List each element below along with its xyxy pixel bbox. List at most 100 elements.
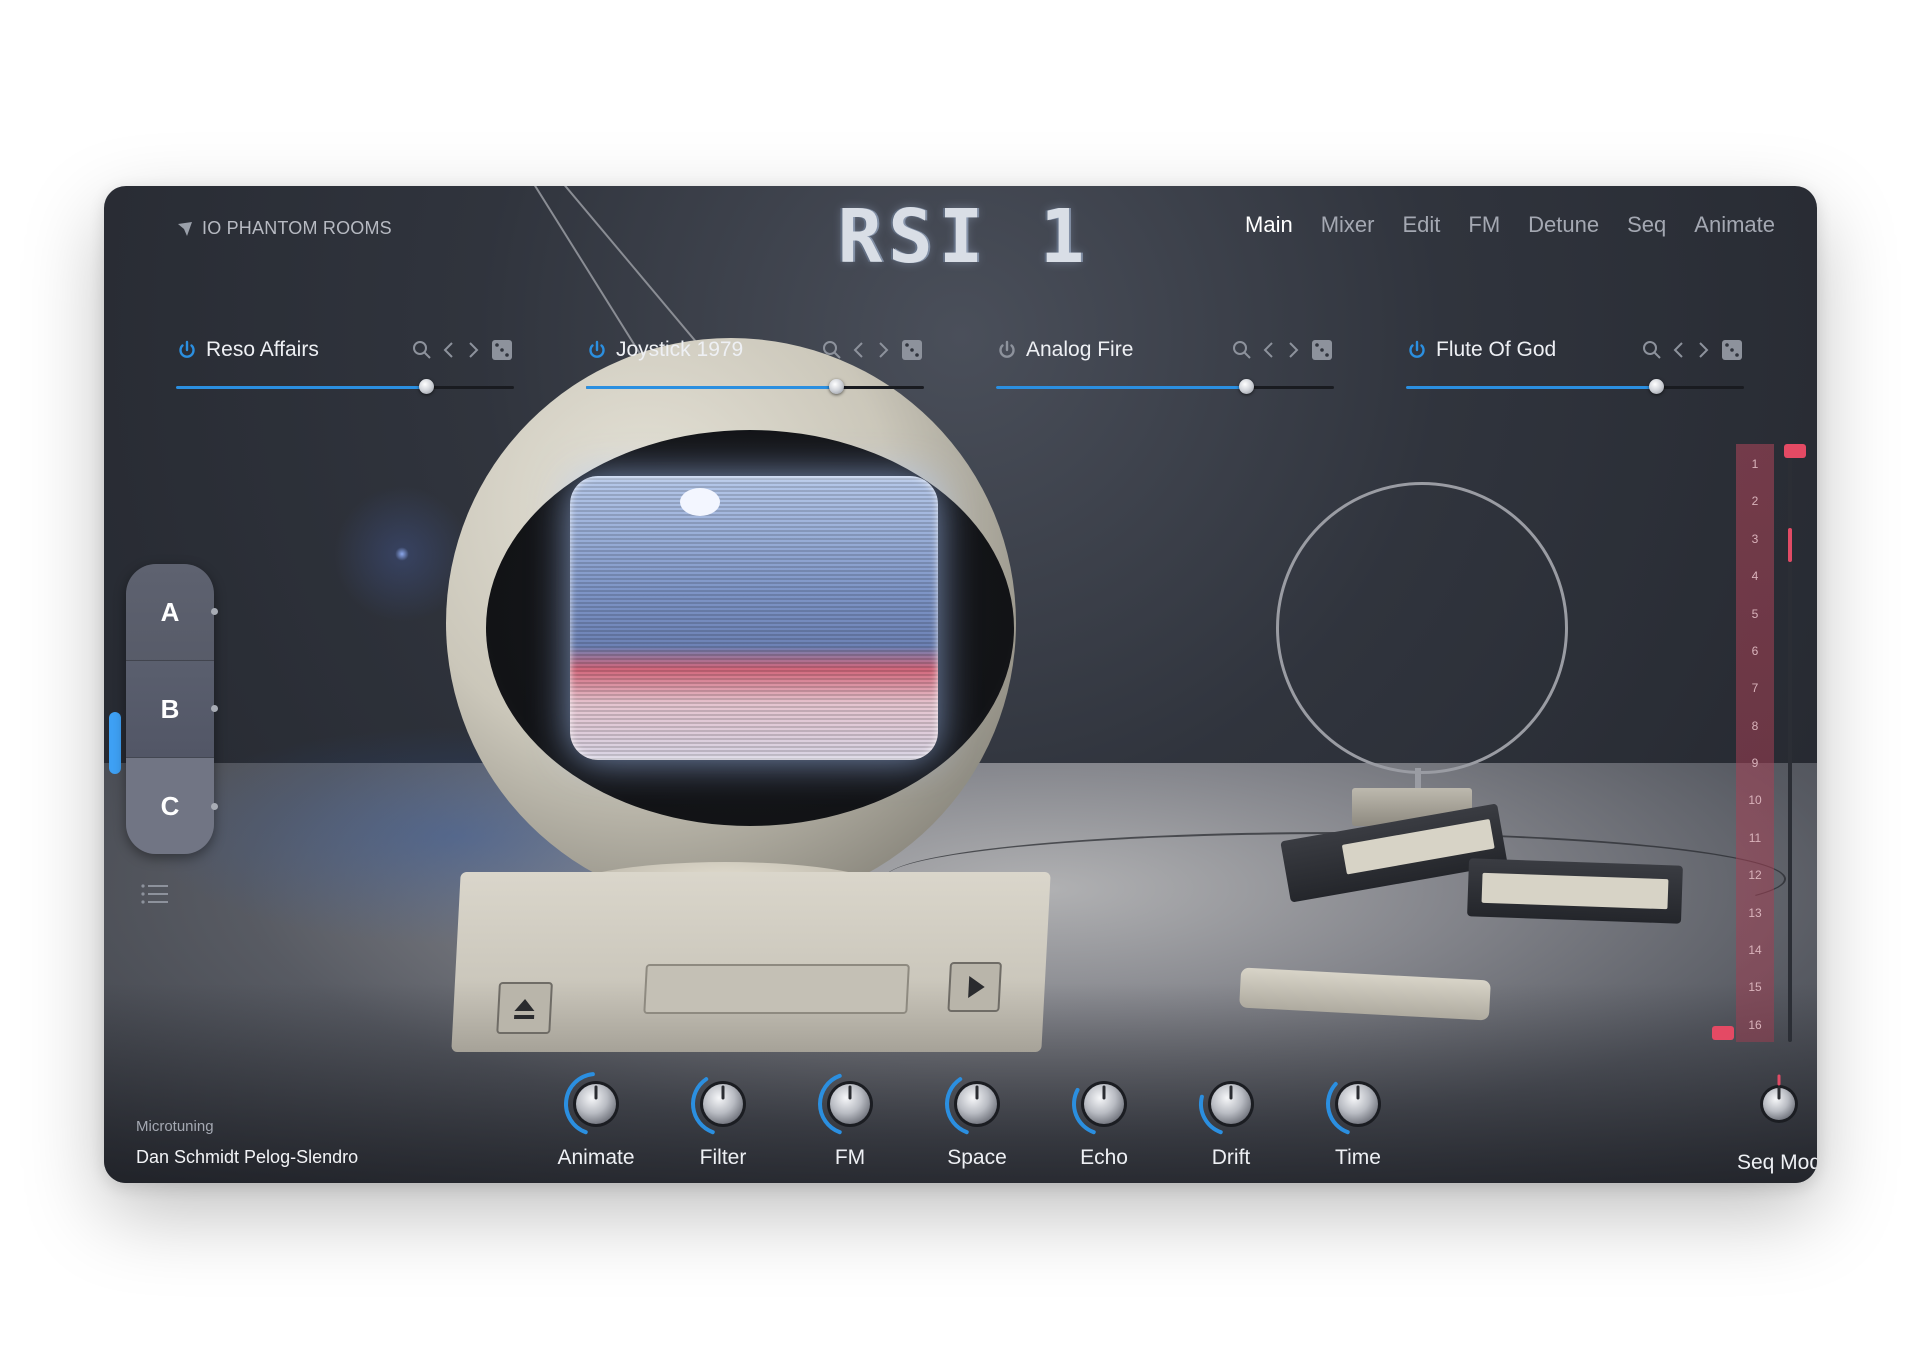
main-nav: Main Mixer Edit FM Detune Seq Animate [1245,212,1775,238]
knob-label: Animate [557,1146,635,1169]
knob-label: Time [1335,1146,1381,1169]
slot-a-button[interactable]: A [126,564,214,661]
layer-1: Reso Affairs [176,334,514,394]
layer-name[interactable]: Flute Of God [1436,338,1642,362]
knob-animate[interactable]: Animate [536,1064,656,1170]
slot-scroll-handle[interactable] [109,712,121,774]
chevron-left-icon[interactable] [852,340,866,360]
slot-b-button[interactable]: B [126,661,214,758]
chevron-left-icon[interactable] [1262,340,1276,360]
power-icon[interactable] [996,339,1018,361]
knob-seq-mod[interactable]: Seq Mod [1724,1064,1817,1175]
sequencer-playhead [1788,528,1792,562]
chevron-left-icon[interactable] [442,340,456,360]
knob-dial[interactable] [556,1064,636,1144]
chevron-right-icon[interactable] [1286,340,1300,360]
slider-fill [996,386,1247,389]
tab-mixer[interactable]: Mixer [1321,212,1375,238]
sequencer-step[interactable]: 14 [1736,943,1774,957]
knob-dial[interactable] [683,1064,763,1144]
layer-name[interactable]: Analog Fire [1026,338,1232,362]
sequencer-step[interactable]: 1 [1736,457,1774,471]
dice-icon[interactable] [900,338,924,362]
knob-filter[interactable]: Filter [663,1064,783,1170]
play-icon [968,976,985,998]
sequencer-step[interactable]: 6 [1736,644,1774,658]
macro-knobs: Animate Filter FM Space Echo Drift Time [536,1064,1396,1174]
dice-icon[interactable] [490,338,514,362]
slider-fill [586,386,837,389]
sequencer-step[interactable]: 11 [1736,831,1774,845]
sequencer-step[interactable]: 8 [1736,719,1774,733]
knob-time[interactable]: Time [1298,1064,1418,1170]
tab-fm[interactable]: FM [1468,212,1500,238]
sequencer-step[interactable]: 12 [1736,868,1774,882]
search-icon[interactable] [1232,340,1252,360]
microtuning-value[interactable]: Dan Schmidt Pelog-Slendro [136,1147,358,1168]
dice-icon[interactable] [1720,338,1744,362]
layer-name[interactable]: Joystick 1979 [616,338,822,362]
tab-main[interactable]: Main [1245,212,1293,238]
knob-dial[interactable] [1318,1064,1398,1144]
sequencer-step[interactable]: 13 [1736,906,1774,920]
sequencer-step[interactable]: 2 [1736,494,1774,508]
knob-dial[interactable] [937,1064,1017,1144]
scene-play-button [947,962,1002,1012]
tab-detune[interactable]: Detune [1528,212,1599,238]
sequencer-step[interactable]: 16 [1736,1018,1774,1032]
layer-volume-slider[interactable] [176,379,514,394]
knob-label: Echo [1080,1146,1128,1169]
tab-seq[interactable]: Seq [1627,212,1666,238]
sequencer-end-handle[interactable] [1712,1026,1734,1040]
slot-c-indicator [211,803,218,810]
search-icon[interactable] [412,340,432,360]
sequencer-step[interactable]: 10 [1736,793,1774,807]
layer-3: Analog Fire [996,334,1334,394]
slot-c-button[interactable]: C [126,758,214,854]
tab-animate[interactable]: Animate [1694,212,1775,238]
knob-drift[interactable]: Drift [1171,1064,1291,1170]
search-icon[interactable] [1642,340,1662,360]
knob-fm[interactable]: FM [790,1064,910,1170]
sequencer-step[interactable]: 7 [1736,681,1774,695]
knob-space[interactable]: Space [917,1064,1037,1170]
knob-dial[interactable] [1739,1064,1817,1144]
slider-handle[interactable] [829,379,845,394]
slider-fill [1406,386,1657,389]
layer-volume-slider[interactable] [996,379,1334,394]
chevron-right-icon[interactable] [466,340,480,360]
power-icon[interactable] [1406,339,1428,361]
layer-volume-slider[interactable] [586,379,924,394]
knob-dial[interactable] [1064,1064,1144,1144]
chevron-right-icon[interactable] [1696,340,1710,360]
chevron-right-icon[interactable] [876,340,890,360]
tab-edit[interactable]: Edit [1402,212,1440,238]
sequencer-start-handle[interactable] [1784,444,1806,458]
knob-label: Filter [699,1146,747,1169]
layer-name[interactable]: Reso Affairs [206,338,412,362]
sequencer-step[interactable]: 5 [1736,607,1774,621]
scene-cartridge-slot [643,964,910,1014]
sequencer-step[interactable]: 4 [1736,569,1774,583]
brand-logo-icon [178,221,192,236]
sequencer-step[interactable]: 15 [1736,980,1774,994]
layer-2: Joystick 1979 [586,334,924,394]
slider-handle[interactable] [419,379,435,394]
list-icon[interactable] [140,882,170,906]
slider-handle[interactable] [1239,379,1255,394]
slider-handle[interactable] [1649,379,1665,394]
search-icon[interactable] [822,340,842,360]
knob-echo[interactable]: Echo [1044,1064,1164,1170]
sequencer-step[interactable]: 3 [1736,532,1774,546]
power-icon[interactable] [176,339,198,361]
microtuning[interactable]: Microtuning Dan Schmidt Pelog-Slendro [136,1118,358,1168]
chevron-left-icon[interactable] [1672,340,1686,360]
dice-icon[interactable] [1310,338,1334,362]
slot-a-indicator [211,608,218,615]
slider-fill [176,386,427,389]
power-icon[interactable] [586,339,608,361]
layer-volume-slider[interactable] [1406,379,1744,394]
knob-dial[interactable] [810,1064,890,1144]
sequencer-step[interactable]: 9 [1736,756,1774,770]
knob-dial[interactable] [1191,1064,1271,1144]
